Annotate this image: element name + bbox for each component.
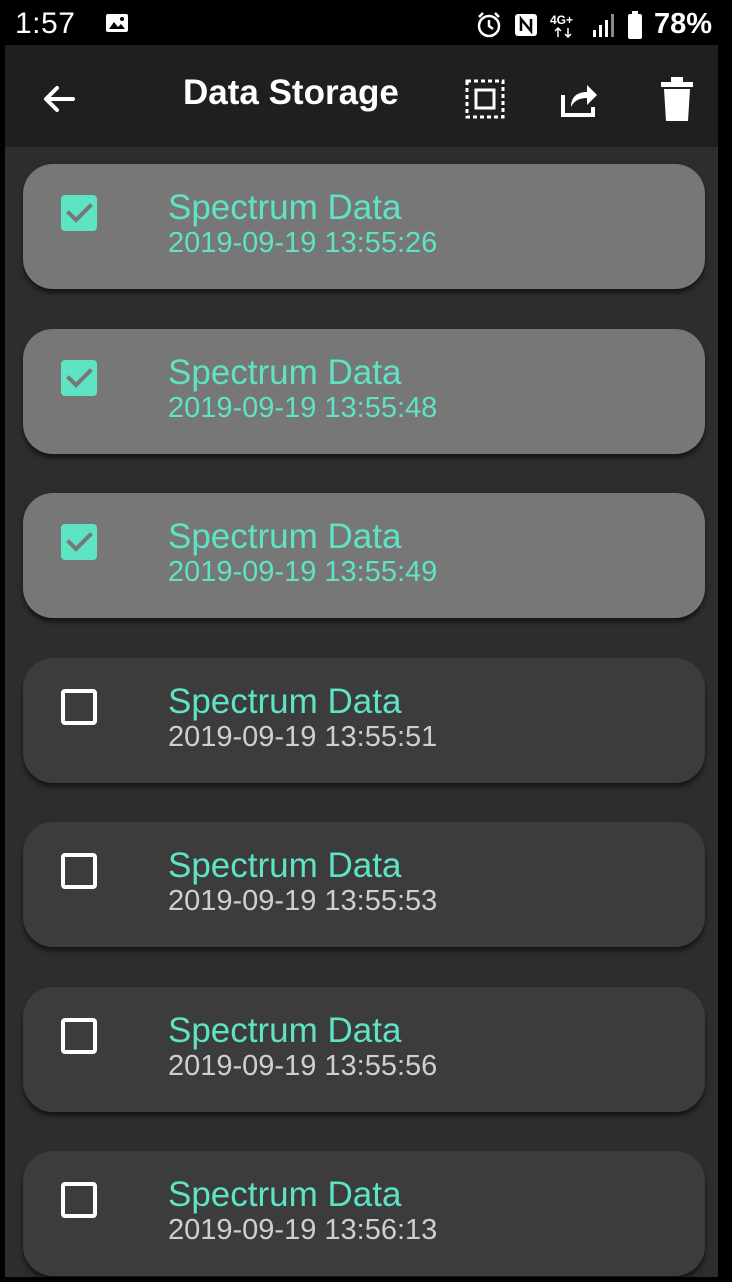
battery-icon	[627, 10, 642, 39]
item-timestamp: 2019-09-19 13:55:51	[168, 720, 438, 753]
item-title: Spectrum Data	[168, 188, 402, 227]
delete-icon	[661, 77, 693, 121]
list-item[interactable]: Spectrum Data 2019-09-19 13:55:51	[23, 657, 705, 783]
share-icon	[561, 85, 597, 117]
item-timestamp: 2019-09-19 13:55:48	[168, 391, 438, 424]
signal-icon	[592, 12, 616, 38]
svg-text:4G+: 4G+	[550, 13, 573, 27]
check-icon	[66, 203, 93, 223]
delete-button[interactable]	[655, 75, 699, 123]
page-title: Data Storage	[183, 73, 399, 112]
status-bar: 1:57 4G+ 78%	[5, 5, 718, 45]
image-icon	[105, 13, 129, 33]
checkbox-unchecked[interactable]	[61, 1182, 97, 1218]
item-timestamp: 2019-09-19 13:55:49	[168, 556, 438, 588]
list-item[interactable]: Spectrum Data 2019-09-19 13:56:13	[23, 1151, 705, 1276]
checkbox-unchecked[interactable]	[61, 853, 97, 889]
checkbox-checked[interactable]	[61, 359, 97, 396]
status-time: 1:57	[15, 7, 76, 40]
item-timestamp: 2019-09-19 13:55:53	[168, 885, 438, 917]
check-icon	[66, 367, 93, 388]
back-arrow-icon	[44, 86, 75, 112]
select-all-icon	[465, 79, 505, 119]
list-item[interactable]: Spectrum Data 2019-09-19 13:55:49	[23, 493, 705, 618]
item-timestamp: 2019-09-19 13:55:26	[168, 227, 438, 259]
share-button[interactable]	[557, 77, 601, 121]
list-item[interactable]: Spectrum Data 2019-09-19 13:55:26	[23, 164, 705, 289]
item-title: Spectrum Data	[168, 846, 402, 885]
item-title: Spectrum Data	[168, 517, 402, 556]
item-timestamp: 2019-09-19 13:55:56	[168, 1049, 438, 1082]
battery-percent: 78%	[653, 8, 712, 40]
checkbox-checked[interactable]	[61, 524, 97, 560]
item-title: Spectrum Data	[168, 1175, 402, 1214]
app-bar: Data Storage	[5, 45, 718, 147]
app-screen: 1:57 4G+ 78% Data Storage Spectrum Data …	[5, 5, 718, 1277]
item-title: Spectrum Data	[168, 681, 402, 721]
list-item[interactable]: Spectrum Data 2019-09-19 13:55:48	[23, 328, 705, 454]
item-timestamp: 2019-09-19 13:56:13	[168, 1214, 438, 1246]
list-item[interactable]: Spectrum Data 2019-09-19 13:55:53	[23, 822, 705, 947]
item-title: Spectrum Data	[168, 1010, 402, 1050]
back-button[interactable]	[37, 77, 81, 121]
alarm-icon	[476, 11, 502, 39]
network-4g-icon: 4G+	[550, 12, 580, 38]
select-all-button[interactable]	[463, 77, 507, 121]
list-item[interactable]: Spectrum Data 2019-09-19 13:55:56	[23, 986, 705, 1112]
checkbox-unchecked[interactable]	[61, 688, 97, 725]
item-title: Spectrum Data	[168, 352, 402, 392]
checkbox-checked[interactable]	[61, 195, 97, 231]
nfc-icon	[514, 13, 538, 37]
checkbox-unchecked[interactable]	[61, 1017, 97, 1054]
status-icons: 4G+ 78%	[476, 8, 712, 41]
check-icon	[66, 532, 93, 552]
